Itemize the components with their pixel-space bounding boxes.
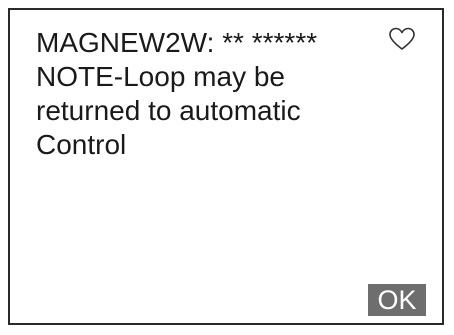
heart-icon[interactable] (388, 26, 416, 52)
ok-button[interactable]: OK (368, 284, 426, 316)
dialog-message: MAGNEW2W: ** ****** NOTE-Loop may be ret… (36, 26, 376, 162)
message-line-4: Control (36, 129, 127, 160)
message-line-1: MAGNEW2W: ** ****** (36, 27, 318, 58)
message-dialog: MAGNEW2W: ** ****** NOTE-Loop may be ret… (8, 8, 444, 325)
message-line-2: NOTE-Loop may be (36, 61, 285, 92)
message-line-3: returned to automatic (36, 95, 301, 126)
